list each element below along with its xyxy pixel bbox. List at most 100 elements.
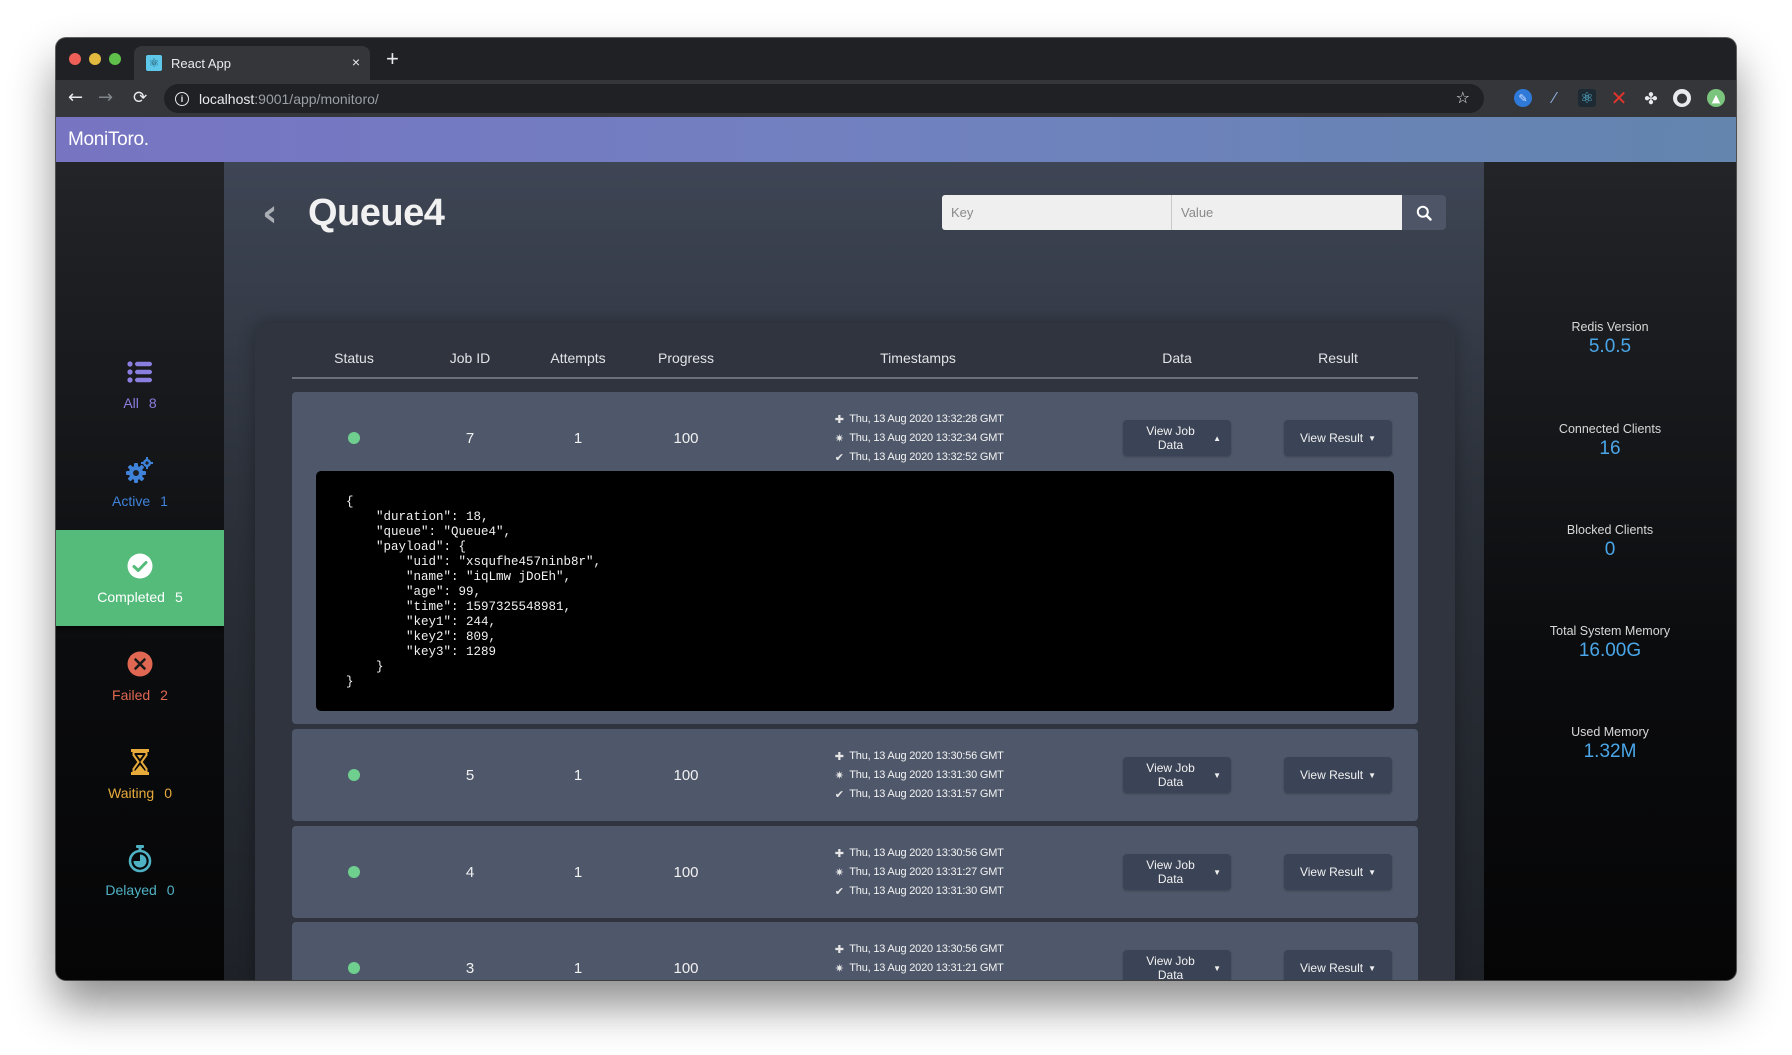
sidebar-item-label: All — [123, 394, 139, 411]
timestamp-processed-text: Thu, 13 Aug 2020 13:31:30 GMT — [849, 769, 1004, 781]
stat-label: Blocked Clients — [1566, 523, 1654, 537]
stat-value: 5.0.5 — [1588, 336, 1632, 357]
column-header-data: Data — [1162, 350, 1192, 366]
sidebar-label: Completed 5 — [97, 589, 183, 605]
list-icon — [127, 358, 153, 386]
update-arrow-icon[interactable]: ▲ — [1707, 89, 1725, 107]
forward-arrow-icon[interactable]: → — [98, 87, 113, 109]
sidebar-item-label: Active — [112, 492, 151, 509]
gear-icon: ✷ — [834, 962, 844, 975]
url-text: localhost:9001/app/monitoro/ — [199, 91, 379, 107]
eyedropper-extension-icon[interactable]: ⁄ — [1545, 89, 1563, 107]
browser-window: ⚛ React App × + ← → ⟳ i localhost:9001/a… — [56, 38, 1736, 980]
stat-connected-clients: Connected Clients 16 — [1484, 422, 1736, 460]
sidebar-item-all[interactable]: All 8 — [56, 336, 224, 432]
bookmark-star-icon[interactable]: ☆ — [1456, 88, 1470, 107]
brand-logo[interactable]: MoniToro. — [68, 129, 149, 151]
sidebar-item-label: Completed — [97, 588, 165, 605]
maximize-window-button[interactable] — [109, 53, 121, 65]
browser-tab[interactable]: ⚛ React App × — [134, 46, 370, 80]
stat-value: 1.32M — [1583, 741, 1637, 762]
timestamp-processed-text: Thu, 13 Aug 2020 13:31:21 GMT — [849, 962, 1004, 974]
minimize-window-button[interactable] — [89, 53, 101, 65]
view-result-button[interactable]: View Result ▼ — [1284, 854, 1392, 890]
timestamp-created: ✚ Thu, 13 Aug 2020 13:30:56 GMT — [832, 750, 1004, 763]
view-job-data-button[interactable]: View Job Data ▼ — [1123, 950, 1231, 980]
stat-label: Total System Memory — [1549, 624, 1671, 638]
sidebar-item-count: 0 — [164, 784, 172, 801]
timestamps-cell: ✚ Thu, 13 Aug 2020 13:30:56 GMT ✷ Thu, 13 … — [740, 729, 1096, 821]
view-result-label: View Result — [1299, 768, 1364, 782]
stat-value: 0 — [1604, 539, 1616, 560]
column-header-status: Status — [334, 350, 374, 366]
timestamp-processed-text: Thu, 13 Aug 2020 13:32:34 GMT — [849, 432, 1004, 444]
timestamp-finished: ✔ Thu, 13 Aug 2020 13:31:30 GMT — [832, 885, 1004, 898]
tab-bar: ⚛ React App × + — [56, 38, 1736, 80]
sidebar-label: All 8 — [123, 395, 156, 411]
new-tab-button[interactable]: + — [386, 48, 399, 70]
key-input[interactable] — [942, 195, 1172, 230]
sidebar-item-active[interactable]: Active 1 — [56, 434, 224, 530]
sidebar-label: Failed 2 — [112, 687, 168, 703]
chevron-down-icon: ▼ — [1213, 770, 1221, 780]
sidebar-item-failed[interactable]: Failed 2 — [56, 628, 224, 724]
timestamp-processed: ✷ Thu, 13 Aug 2020 13:31:30 GMT — [832, 769, 1004, 782]
progress-cell: 100 — [673, 863, 699, 881]
search-button[interactable] — [1402, 195, 1446, 230]
data-cell: View Job Data ▼ — [1096, 826, 1258, 918]
stat-redis-version: Redis Version 5.0.5 — [1484, 320, 1736, 358]
timestamp-processed: ✷ Thu, 13 Aug 2020 13:31:21 GMT — [832, 962, 1004, 975]
app-header: MoniToro. — [56, 117, 1736, 162]
value-input[interactable] — [1172, 195, 1402, 230]
pencil-extension-icon[interactable]: ✎ — [1514, 89, 1532, 107]
gear-icon: ✷ — [834, 432, 844, 445]
stat-total-system-memory: Total System Memory 16.00G — [1484, 624, 1736, 662]
react-devtools-icon[interactable]: ⚛ — [1578, 89, 1596, 107]
job-id-cell: 3 — [465, 959, 475, 977]
status-completed-dot — [348, 962, 360, 974]
view-job-data-button[interactable]: View Job Data ▼ — [1123, 854, 1231, 890]
sidebar-item-completed[interactable]: Completed 5 — [56, 530, 224, 626]
view-result-button[interactable]: View Result ▼ — [1284, 757, 1392, 793]
view-result-button[interactable]: View Result ▼ — [1284, 950, 1392, 980]
url-host: localhost — [199, 90, 255, 107]
sidebar-item-delayed[interactable]: Delayed 0 — [56, 823, 224, 919]
sidebar-label: Delayed 0 — [105, 882, 174, 898]
reload-icon[interactable]: ⟳ — [133, 87, 147, 109]
sidebar-item-waiting[interactable]: Waiting 0 — [56, 726, 224, 822]
timestamp-created-text: Thu, 13 Aug 2020 13:30:56 GMT — [849, 943, 1004, 955]
tab-close-icon[interactable]: × — [352, 54, 360, 70]
back-chevron-icon[interactable]: ‹ — [262, 194, 278, 232]
address-bar: ← → ⟳ i localhost:9001/app/monitoro/ ☆ ✎… — [56, 80, 1736, 117]
profile-avatar-icon[interactable]: ● — [1673, 89, 1691, 107]
gear-icon: ✷ — [834, 769, 844, 782]
view-job-data-button[interactable]: View Job Data ▼ — [1123, 757, 1231, 793]
timestamps-cell: ✚ Thu, 13 Aug 2020 13:30:56 GMT ✷ Thu, 13 … — [740, 826, 1096, 918]
row-main: 5 1 100 ✚ Thu, 13 Aug 2020 13:30:56 GMT ✷… — [292, 729, 1418, 821]
view-result-button[interactable]: View Result ▼ — [1284, 420, 1392, 456]
sidebar-item-count: 5 — [174, 588, 183, 605]
plus-icon: ✚ — [834, 413, 844, 426]
back-arrow-icon[interactable]: ← — [68, 87, 83, 109]
column-header-result: Result — [1318, 350, 1358, 366]
result-cell: View Result ▼ — [1258, 922, 1418, 980]
attempts-cell: 1 — [573, 863, 583, 881]
progress-cell: 100 — [673, 766, 699, 784]
stat-label: Redis Version — [1571, 320, 1649, 334]
timestamp-finished: ✔ Thu, 13 Aug 2020 13:31:57 GMT — [832, 788, 1004, 801]
view-job-data-button[interactable]: View Job Data ▲ — [1123, 420, 1231, 456]
x-extension-icon[interactable]: ✕ — [1610, 86, 1628, 110]
search-icon — [1416, 205, 1432, 221]
puzzle-extensions-icon[interactable]: ✤ — [1642, 89, 1660, 108]
sidebar-item-label: Failed — [112, 686, 151, 703]
close-window-button[interactable] — [69, 53, 81, 65]
row-main: 3 1 100 ✚ Thu, 13 Aug 2020 13:30:56 GMT ✷… — [292, 922, 1418, 980]
timestamp-created: ✚ Thu, 13 Aug 2020 13:30:56 GMT — [832, 943, 1004, 956]
gear-icon: ✷ — [834, 866, 844, 879]
info-icon[interactable]: i — [175, 91, 189, 106]
redis-stats-panel: Redis Version 5.0.5 Connected Clients 16… — [1484, 162, 1736, 980]
url-input[interactable]: i localhost:9001/app/monitoro/ ☆ — [164, 84, 1484, 113]
timestamp-finished-text: Thu, 13 Aug 2020 13:31:57 GMT — [849, 788, 1004, 800]
view-result-label: View Result — [1299, 865, 1364, 879]
stat-value: 16 — [1599, 438, 1621, 459]
